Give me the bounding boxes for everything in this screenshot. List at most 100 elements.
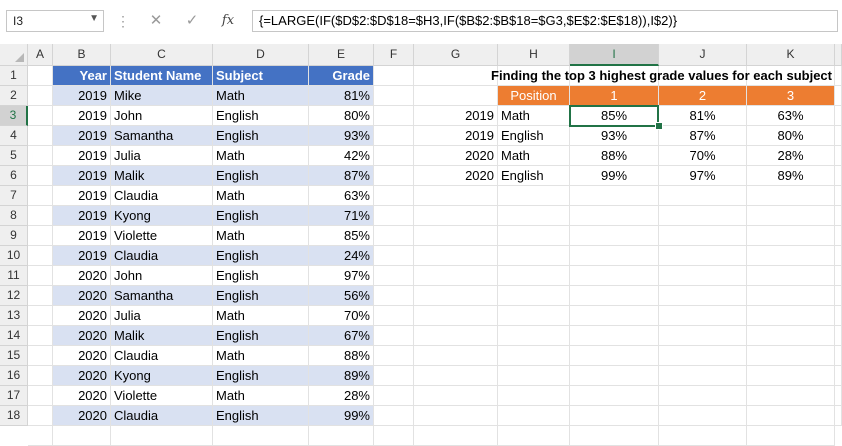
grid-cell[interactable] [414,226,498,246]
grid-cell[interactable] [28,106,53,126]
column-header-d[interactable]: D [213,44,309,66]
fill-handle[interactable] [655,122,663,130]
grid-cell[interactable] [414,286,498,306]
grid-cell[interactable] [28,326,53,346]
table-cell[interactable]: 2020 [53,346,111,366]
row-header-4[interactable]: 4 [0,126,28,146]
column-header-k[interactable]: K [747,44,835,66]
grid-cell[interactable] [570,406,659,426]
grid-cell[interactable] [374,306,414,326]
grid-cell[interactable] [659,266,747,286]
grid-cell[interactable] [28,146,53,166]
name-box[interactable]: I3 ▼ [6,10,104,32]
grid-cell[interactable] [28,206,53,226]
grid-cell[interactable] [747,386,835,406]
grid-cell[interactable] [570,206,659,226]
grid-cell[interactable] [747,346,835,366]
grid-cell[interactable] [570,246,659,266]
grid-cell[interactable] [747,406,835,426]
grid-cell[interactable] [747,326,835,346]
grid-cell[interactable] [414,346,498,366]
grid-cell[interactable] [570,186,659,206]
row-header-13[interactable]: 13 [0,306,28,326]
table-cell[interactable]: 2019 [53,226,111,246]
grid-cell[interactable] [747,306,835,326]
grid-cell[interactable] [498,386,570,406]
grid-cell[interactable] [28,286,53,306]
table-cell[interactable]: English [213,106,309,126]
row-header-3[interactable]: 3 [0,106,28,126]
table-cell[interactable]: 81% [309,86,374,106]
result-cell[interactable]: 2019 [414,126,498,146]
table-header-grade[interactable]: Grade [309,66,374,86]
grid-cell[interactable] [659,306,747,326]
row-header-18[interactable]: 18 [0,406,28,426]
enter-icon[interactable]: ✓ [178,10,206,32]
table-cell[interactable]: 2020 [53,266,111,286]
grid-cell[interactable] [747,246,835,266]
grid-cell[interactable] [374,386,414,406]
table-cell[interactable]: 2020 [53,286,111,306]
row-header-10[interactable]: 10 [0,246,28,266]
table-header-student-name[interactable]: Student Name [111,66,213,86]
table-cell[interactable]: Kyong [111,206,213,226]
grid-cell[interactable] [28,346,53,366]
column-header-i[interactable]: I [570,44,659,66]
table-cell[interactable]: 42% [309,146,374,166]
table-cell[interactable]: Math [213,346,309,366]
grid-cell[interactable] [414,246,498,266]
table-cell[interactable]: English [213,406,309,426]
grid-cell[interactable] [28,406,53,426]
grid-cell[interactable] [374,146,414,166]
grid-cell[interactable] [374,226,414,246]
table-cell[interactable]: Claudia [111,346,213,366]
grid-cell[interactable] [570,366,659,386]
grid-cell[interactable] [747,206,835,226]
table-cell[interactable]: English [213,126,309,146]
grid-cell[interactable] [747,366,835,386]
grid-cell[interactable] [570,326,659,346]
grid-cell[interactable] [498,206,570,226]
table-cell[interactable]: Mike [111,86,213,106]
grid-cell[interactable] [374,286,414,306]
grid-cell[interactable] [747,266,835,286]
table-cell[interactable]: 56% [309,286,374,306]
table-cell[interactable]: 2019 [53,146,111,166]
grid-cell[interactable] [570,266,659,286]
table-cell[interactable]: English [213,166,309,186]
table-cell[interactable]: English [213,206,309,226]
grid-cell[interactable] [28,86,53,106]
grid-cell[interactable] [498,406,570,426]
table-cell[interactable]: 2019 [53,186,111,206]
grid-cell[interactable] [747,286,835,306]
table-cell[interactable]: Math [213,186,309,206]
table-cell[interactable]: Samantha [111,126,213,146]
result-cell[interactable]: 85% [570,106,659,126]
result-cell[interactable]: 28% [747,146,835,166]
table-cell[interactable]: Claudia [111,406,213,426]
grid-cell[interactable] [659,326,747,346]
grid-cell[interactable] [659,286,747,306]
column-header-e[interactable]: E [309,44,374,66]
table-cell[interactable]: Kyong [111,366,213,386]
grid-cell[interactable] [374,266,414,286]
result-cell[interactable]: English [498,126,570,146]
grid-cell[interactable] [414,366,498,386]
grid-cell[interactable] [659,386,747,406]
result-cell[interactable]: 2020 [414,146,498,166]
grid-cell[interactable] [28,366,53,386]
column-header-c[interactable]: C [111,44,213,66]
result-cell[interactable]: Math [498,146,570,166]
row-header-14[interactable]: 14 [0,326,28,346]
table-cell[interactable]: 2019 [53,126,111,146]
grid-cell[interactable] [414,386,498,406]
table-cell[interactable]: 2020 [53,306,111,326]
select-all-button[interactable] [0,44,28,66]
grid-cell[interactable] [659,366,747,386]
formula-input[interactable]: {=LARGE(IF($D$2:$D$18=$H3,IF($B$2:$B$18=… [252,10,838,32]
column-header-h[interactable]: H [498,44,570,66]
column-header-f[interactable]: F [374,44,414,66]
table-cell[interactable]: 2020 [53,326,111,346]
table-cell[interactable]: 87% [309,166,374,186]
table-cell[interactable]: 89% [309,366,374,386]
